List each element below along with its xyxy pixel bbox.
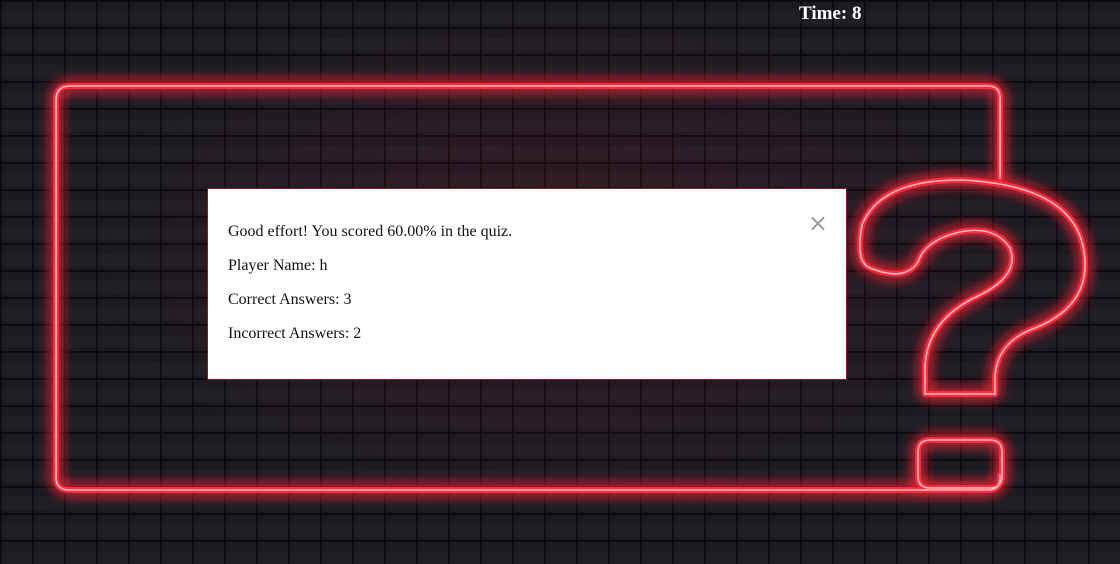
close-icon[interactable]: × [808, 211, 828, 235]
result-modal: × Good effort! You scored 60.00% in the … [207, 188, 847, 380]
timer-display: Time: 8 [799, 3, 862, 24]
neon-question-dot [915, 437, 1005, 491]
neon-question-mark [856, 177, 1088, 397]
player-name-text: Player Name: h [228, 257, 328, 274]
correct-answers-text: Correct Answers: 3 [228, 291, 352, 308]
incorrect-answers-text: Incorrect Answers: 2 [228, 325, 362, 342]
score-message: Good effort! You scored 60.00% in the qu… [228, 223, 513, 240]
